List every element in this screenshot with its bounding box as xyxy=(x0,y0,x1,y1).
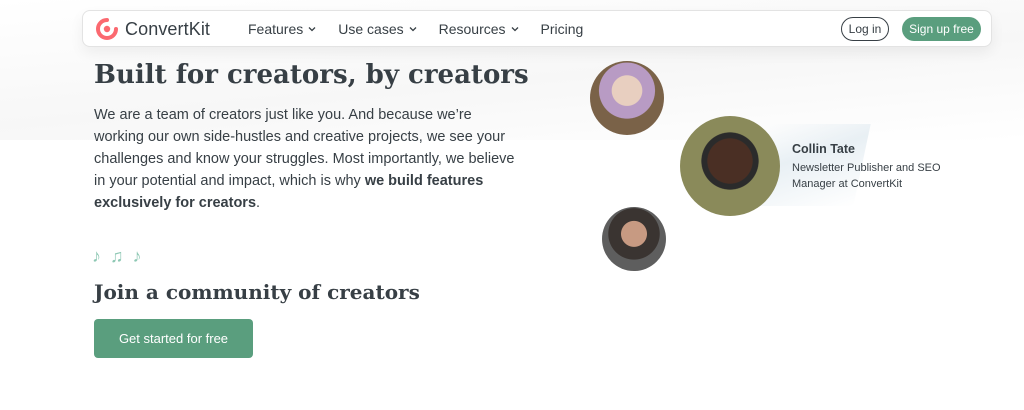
nav-item-label: Features xyxy=(248,20,304,37)
community-heading: Join a community of creators xyxy=(94,280,420,304)
avatar-collin-tate xyxy=(680,116,780,216)
music-notes-icon: ♪ ♫ ♪ xyxy=(92,246,144,266)
convertkit-logo-icon xyxy=(96,18,118,40)
intro-paragraph: We are a team of creators just like you.… xyxy=(94,104,519,214)
nav-item-pricing[interactable]: Pricing xyxy=(541,21,584,37)
login-button[interactable]: Log in xyxy=(841,17,889,41)
testimonial-role: Newsletter Publisher and SEO Manager at … xyxy=(792,162,941,190)
chevron-down-icon xyxy=(511,26,518,31)
nav-item-features[interactable]: Features xyxy=(248,21,316,37)
top-navigation: ConvertKit Features Use cases Resources … xyxy=(82,10,992,47)
chevron-down-icon xyxy=(409,26,417,31)
nav-item-label: Use cases xyxy=(338,20,404,37)
intro-end: . xyxy=(256,195,261,211)
nav-item-label: Pricing xyxy=(540,20,584,37)
get-started-button[interactable]: Get started for free xyxy=(94,319,253,358)
testimonial-name: Collin Tate xyxy=(792,142,855,156)
page-title: Built for creators, by creators xyxy=(94,60,529,90)
avatar xyxy=(590,61,664,135)
nav-item-use-cases[interactable]: Use cases xyxy=(338,20,417,37)
nav-item-resources[interactable]: Resources xyxy=(439,21,519,37)
brand-logo[interactable]: ConvertKit xyxy=(95,17,210,41)
chevron-down-icon xyxy=(308,26,316,31)
avatar xyxy=(602,207,666,271)
nav-item-label: Resources xyxy=(438,20,506,37)
brand-name: ConvertKit xyxy=(125,18,211,39)
signup-button[interactable]: Sign up free xyxy=(902,17,981,41)
nav-links: Features Use cases Resources Pricing xyxy=(248,11,605,46)
